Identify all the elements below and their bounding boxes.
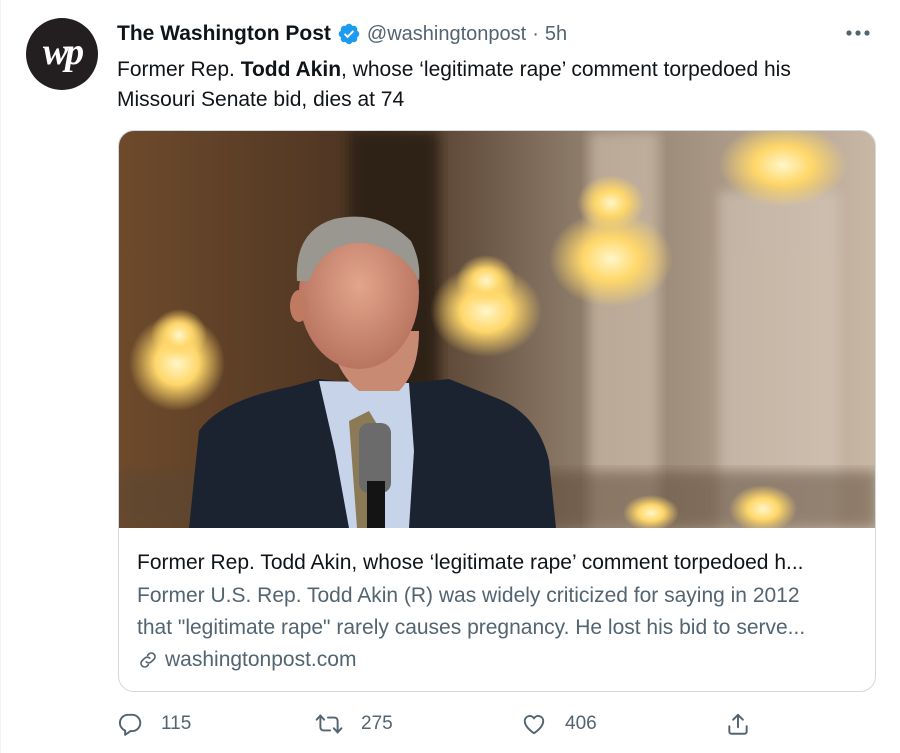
avatar[interactable]: wp: [26, 18, 98, 90]
retweet-icon: [315, 714, 343, 734]
share-button[interactable]: [725, 706, 751, 742]
tweet-header: The Washington Post @washingtonpost · 5h: [117, 20, 567, 48]
like-button[interactable]: 406: [521, 706, 597, 742]
tweet-text-line-1: Former Rep. Todd Akin, whose ‘legitimate…: [117, 55, 877, 85]
reply-count: 115: [161, 713, 192, 734]
share-icon: [728, 713, 748, 735]
card-domain-text: washingtonpost.com: [165, 648, 357, 671]
reply-icon: [118, 713, 142, 736]
tweet-text: Former Rep. Todd Akin, whose ‘legitimate…: [117, 55, 877, 115]
card-description: Former U.S. Rep. Todd Akin (R) was widel…: [137, 580, 859, 644]
tweet-text-bold-name: Todd Akin: [240, 58, 342, 81]
card-description-line-2: that "legitimate rape" rarely causes pre…: [137, 616, 806, 639]
more-options-icon[interactable]: [840, 18, 876, 48]
card-title[interactable]: Former Rep. Todd Akin, whose ‘legitimate…: [137, 548, 859, 578]
tweet-actions: 115 275 406: [117, 706, 757, 742]
tweet-text-rest: , whose ‘legitimate rape’ comment torped…: [341, 58, 791, 81]
washington-post-logo: wp: [42, 31, 84, 73]
card-description-line-1: Former U.S. Rep. Todd Akin (R) was widel…: [137, 584, 800, 607]
link-preview-card[interactable]: Former Rep. Todd Akin, whose ‘legitimate…: [118, 130, 876, 692]
tweet-text-prefix: Former Rep.: [117, 58, 241, 81]
card-image[interactable]: [119, 131, 875, 533]
timestamp[interactable]: 5h: [545, 23, 567, 46]
retweet-count: 275: [361, 713, 393, 734]
tweet[interactable]: wp The Washington Post @washingtonpost ·…: [0, 0, 900, 753]
card-domain[interactable]: washingtonpost.com: [137, 645, 859, 675]
like-icon: [523, 715, 545, 735]
like-count: 406: [565, 713, 597, 734]
verified-badge-icon: [337, 22, 361, 46]
reply-button[interactable]: 115: [117, 706, 191, 742]
card-body: Former Rep. Todd Akin, whose ‘legitimate…: [119, 528, 875, 691]
author-handle[interactable]: @washingtonpost: [367, 23, 526, 46]
author-name[interactable]: The Washington Post: [117, 22, 331, 46]
tweet-text-line-2: Missouri Senate bid, dies at 74: [117, 88, 405, 111]
retweet-button[interactable]: 275: [315, 706, 393, 742]
link-icon: [140, 652, 156, 668]
separator-dot: ·: [532, 22, 539, 45]
